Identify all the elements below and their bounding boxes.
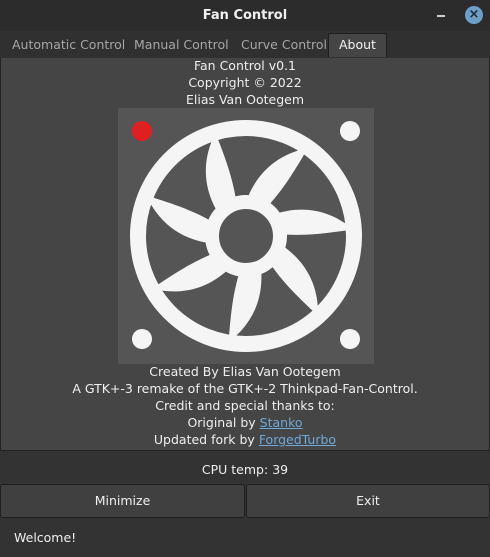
window-close-button[interactable]: × [465, 6, 483, 24]
fan-icon [118, 108, 374, 364]
close-icon: × [468, 7, 480, 22]
cpu-temp-value: 39 [272, 462, 289, 477]
about-panel: Fan Control v0.1 Copyright © 2022 Elias … [0, 58, 490, 451]
window-title: Fan Control [202, 8, 288, 23]
app-name: Fan Control v0.1 [193, 58, 297, 73]
exit-button[interactable]: Exit [246, 484, 490, 518]
description: A GTK+-3 remake of the GTK+-2 Thinkpad-F… [72, 381, 418, 396]
tab-manual-control[interactable]: Manual Control [124, 34, 239, 56]
copyright: Copyright © 2022 [188, 75, 302, 90]
title-bar: Fan Control × [0, 0, 490, 31]
cpu-temp: CPU temp: 39 [0, 462, 490, 477]
tab-automatic-control[interactable]: Automatic Control [2, 34, 135, 56]
author: Elias Van Ootegem [185, 92, 304, 107]
tab-bar: Automatic Control Manual Control Curve C… [0, 31, 490, 59]
minimize-button[interactable]: Minimize [0, 484, 245, 518]
fan-logo [118, 108, 374, 364]
credit-fork-prefix: Updated fork by [153, 432, 255, 447]
tab-about[interactable]: About [328, 33, 387, 57]
credit-original-prefix: Original by [187, 415, 256, 430]
status-message: Welcome! [14, 530, 77, 545]
minimize-icon [437, 15, 445, 17]
cpu-temp-label: CPU temp: [201, 462, 269, 477]
tab-curve-control[interactable]: Curve Control [231, 34, 337, 56]
app-window: Fan Control × Automatic Control Manual C… [0, 0, 490, 557]
window-minimize-button[interactable] [432, 6, 450, 24]
credit-original: Original by Stanko [1, 415, 489, 430]
credits-heading: Credit and special thanks to: [155, 398, 335, 413]
forgedturbo-link[interactable]: ForgedTurbo [259, 432, 336, 447]
stanko-link[interactable]: Stanko [260, 415, 303, 430]
created-by: Created By Elias Van Ootegem [149, 364, 341, 379]
credit-fork: Updated fork by ForgedTurbo [1, 432, 489, 447]
